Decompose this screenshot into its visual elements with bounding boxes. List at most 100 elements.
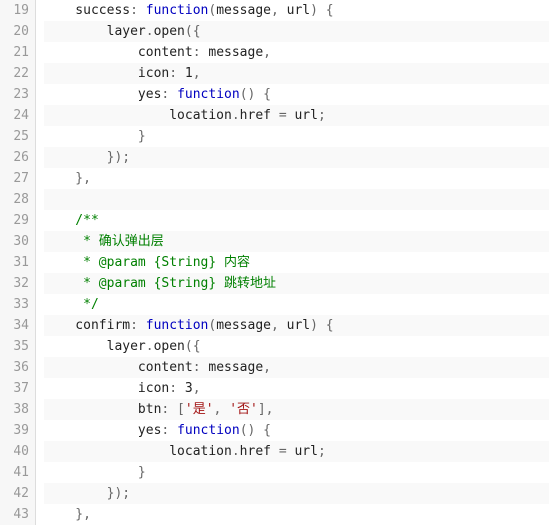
token-pun: = [279,108,295,123]
line-number: 22 [6,63,29,84]
token-pun: , [263,45,271,60]
line-number: 20 [6,21,29,42]
token-pln: url [294,444,317,459]
code-line[interactable]: content: message, [44,357,549,378]
token-pun: ({ [185,339,201,354]
token-pln: btn [44,402,161,417]
code-line[interactable]: } [44,126,549,147]
token-pun: }); [44,150,130,165]
token-pun: = [279,444,295,459]
token-pun: () { [240,87,271,102]
token-pun: : [130,3,146,18]
token-pun: }, [44,507,91,522]
code-line[interactable]: layer.open({ [44,21,549,42]
token-kw: function [177,87,240,102]
line-number: 23 [6,84,29,105]
line-number: 27 [6,168,29,189]
code-line[interactable]: }, [44,168,549,189]
token-pun: , [263,360,271,375]
line-number: 43 [6,504,29,525]
token-pun: , [271,318,287,333]
token-pun: : [169,66,185,81]
line-number: 28 [6,189,29,210]
code-line[interactable]: }); [44,483,549,504]
line-number: 39 [6,420,29,441]
code-line[interactable]: layer.open({ [44,336,549,357]
token-pun: , [193,66,201,81]
token-pln: yes [44,87,161,102]
code-line[interactable]: } [44,462,549,483]
token-pun: ({ [185,24,201,39]
line-number: 24 [6,105,29,126]
code-line[interactable]: icon: 1, [44,63,549,84]
line-number: 29 [6,210,29,231]
token-pun: ; [318,108,326,123]
token-cm: /** [44,213,99,228]
token-cm: */ [44,297,99,312]
line-number: 34 [6,315,29,336]
code-line[interactable]: location.href = url; [44,441,549,462]
code-line[interactable]: */ [44,294,549,315]
code-line[interactable]: }); [44,147,549,168]
code-line[interactable]: yes: function() { [44,420,549,441]
token-pln: location [44,108,232,123]
token-pln: url [287,318,310,333]
code-line[interactable]: btn: ['是', '否'], [44,399,549,420]
code-line[interactable]: location.href = url; [44,105,549,126]
code-line[interactable]: content: message, [44,42,549,63]
token-pun: : [161,87,177,102]
token-pun: ], [258,402,274,417]
code-line[interactable]: * @param {String} 内容 [44,252,549,273]
token-kw: function [146,318,209,333]
line-number: 19 [6,0,29,21]
code-line[interactable]: }, [44,504,549,525]
code-line[interactable]: /** [44,210,549,231]
token-pun: : [193,360,209,375]
line-number: 41 [6,462,29,483]
token-pln: content [44,45,193,60]
token-pln: url [287,3,310,18]
line-number: 36 [6,357,29,378]
token-pun: , [271,3,287,18]
token-pln: layer [44,339,146,354]
code-line[interactable]: icon: 3, [44,378,549,399]
line-number: 42 [6,483,29,504]
token-pln: yes [44,423,161,438]
token-pln: message [216,318,271,333]
token-pun: : [ [161,402,184,417]
line-number: 35 [6,336,29,357]
token-str: '否' [229,402,258,417]
token-pln: icon [44,381,169,396]
code-line[interactable]: yes: function() { [44,84,549,105]
line-number: 37 [6,378,29,399]
token-pln: confirm [44,318,130,333]
token-pln: open [154,24,185,39]
token-cm: * @param {String} 内容 [44,255,250,270]
token-pun: : [130,318,146,333]
code-content[interactable]: success: function(message, url) { layer.… [36,0,549,525]
token-pun: }, [44,171,91,186]
token-pun: ) { [310,3,333,18]
token-pln: content [44,360,193,375]
line-number: 40 [6,441,29,462]
code-editor[interactable]: 1920212223242526272829303132333435363738… [0,0,549,525]
code-line[interactable] [44,189,549,210]
token-pln: open [154,339,185,354]
line-number: 32 [6,273,29,294]
line-number: 21 [6,42,29,63]
line-number: 33 [6,294,29,315]
token-pun: ; [318,444,326,459]
token-pln: 1 [185,66,193,81]
line-number: 30 [6,231,29,252]
token-cm: * @param {String} 跳转地址 [44,276,276,291]
code-line[interactable]: confirm: function(message, url) { [44,315,549,336]
token-pln: message [208,45,263,60]
code-line[interactable]: * 确认弹出层 [44,231,549,252]
token-pun: : [169,381,185,396]
code-line[interactable]: * @param {String} 跳转地址 [44,273,549,294]
token-pln: href [240,444,279,459]
token-pun: () { [240,423,271,438]
token-pun: } [44,465,146,480]
token-pun: . [146,24,154,39]
code-line[interactable]: success: function(message, url) { [44,0,549,21]
